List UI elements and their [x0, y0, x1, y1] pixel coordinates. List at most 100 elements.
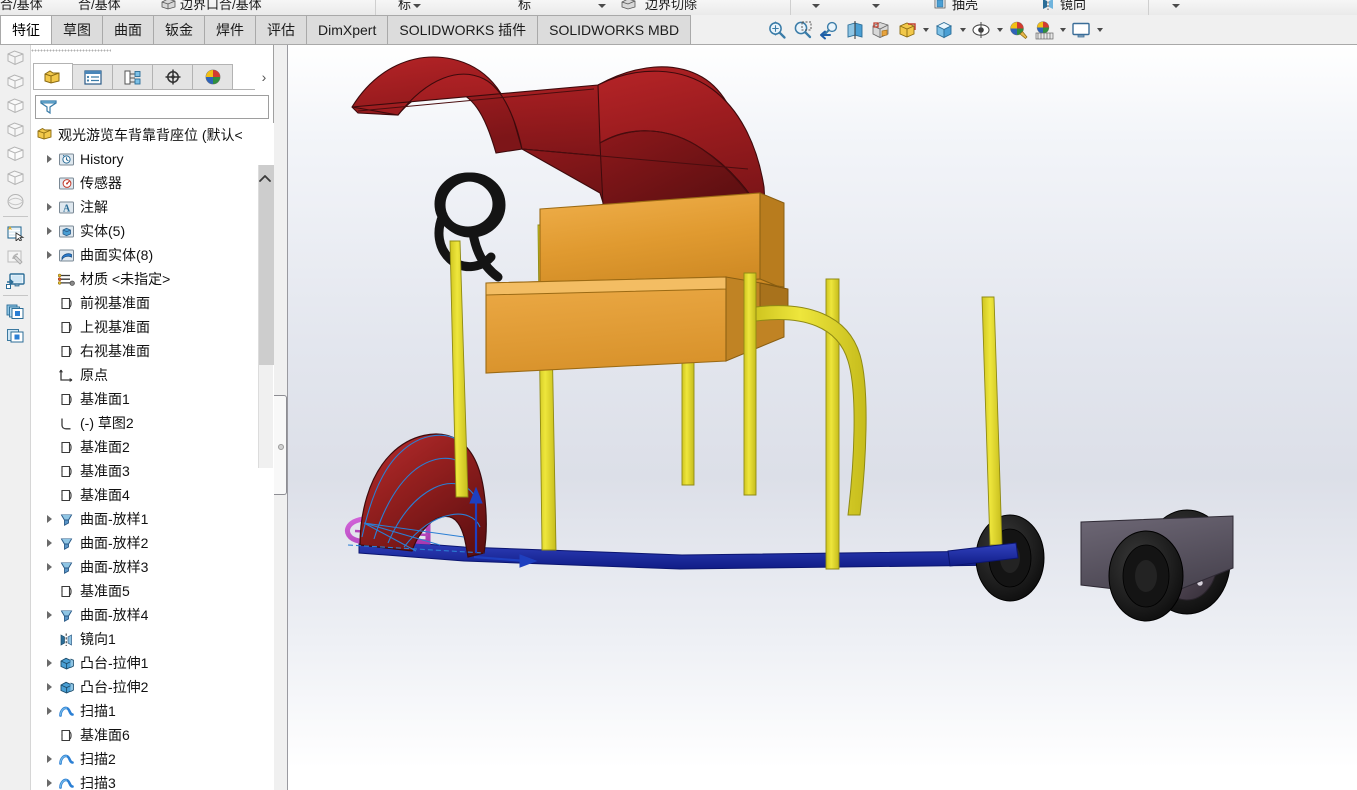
ribbon-label-shell[interactable]: 抽壳	[952, 0, 978, 13]
display-style-icon[interactable]	[895, 18, 919, 42]
feature-tree-item[interactable]: A 注解	[31, 195, 274, 219]
expand-arrow-icon[interactable]	[41, 771, 57, 790]
view-orientation-icon[interactable]	[869, 18, 893, 42]
tab-dimxpert[interactable]: DimXpert	[307, 15, 389, 45]
expand-arrow-icon[interactable]	[41, 699, 57, 723]
view-settings-icon[interactable]	[1069, 18, 1093, 42]
panel-tab-configuration-manager[interactable]	[113, 64, 153, 90]
feature-tree-item[interactable]: 凸台-拉伸2	[31, 675, 274, 699]
chevron-down-icon[interactable]	[812, 4, 820, 8]
hide-show-items-icon[interactable]	[969, 18, 993, 42]
view-cube-icon[interactable]	[932, 18, 956, 42]
expand-arrow-icon[interactable]	[41, 555, 57, 579]
feature-tree-item[interactable]: History	[31, 147, 274, 171]
ribbon-label-mirror[interactable]: 镜向	[1060, 0, 1086, 13]
chevron-down-icon[interactable]	[995, 18, 1004, 42]
scrollbar-thumb[interactable]	[259, 165, 274, 365]
chevron-down-icon[interactable]	[921, 18, 930, 42]
boundary-cut-icon[interactable]	[620, 0, 636, 10]
ribbon-label-loft-base-1[interactable]: 合/基体	[0, 0, 43, 13]
chevron-down-icon[interactable]	[872, 4, 880, 8]
display-style-shaded-edges-icon[interactable]	[0, 45, 31, 69]
expand-arrow-icon[interactable]	[41, 195, 57, 219]
ribbon-label-boundary-boss-base[interactable]: 边界口合/基体	[180, 0, 262, 13]
tab-solidworks-mbd[interactable]: SOLIDWORKS MBD	[538, 15, 692, 45]
feature-tree-item[interactable]: 扫描2	[31, 747, 274, 771]
feature-tree-item[interactable]: 扫描1	[31, 699, 274, 723]
feature-tree-item[interactable]: 扫描3	[31, 771, 274, 790]
display-style-hidden-visible-icon[interactable]	[0, 117, 31, 141]
feature-tree-item[interactable]: 曲面-放样3	[31, 555, 274, 579]
apply-scene-icon[interactable]	[1032, 18, 1056, 42]
shell-icon[interactable]	[932, 0, 948, 10]
feature-tree-item[interactable]: 实体(5)	[31, 219, 274, 243]
chevron-down-icon[interactable]	[598, 4, 606, 8]
tab-sketch[interactable]: 草图	[52, 15, 103, 45]
graphics-viewport[interactable]: Y	[288, 45, 1357, 790]
tab-surfaces[interactable]: 曲面	[103, 15, 154, 45]
feature-tree-item[interactable]: 上视基准面	[31, 315, 274, 339]
tab-features[interactable]: 特征	[0, 15, 52, 45]
new-sketch-icon[interactable]	[0, 220, 31, 244]
section-view-icon[interactable]	[843, 18, 867, 42]
expand-arrow-icon[interactable]	[41, 651, 57, 675]
feature-tree-item[interactable]: 基准面2	[31, 435, 274, 459]
feature-tree-item[interactable]: 材质 <未指定>	[31, 267, 274, 291]
feature-tree-item[interactable]: 曲面-放样4	[31, 603, 274, 627]
feature-tree-scrollbar[interactable]	[258, 165, 274, 468]
display-pane-single-icon[interactable]	[0, 323, 31, 347]
feature-tree-collapse-button[interactable]	[258, 171, 272, 185]
panel-tab-display-manager[interactable]	[193, 64, 233, 90]
tab-evaluate[interactable]: 评估	[256, 15, 307, 45]
feature-tree-item[interactable]: 原点	[31, 363, 274, 387]
chevron-down-icon[interactable]	[1058, 18, 1067, 42]
feature-tree-item[interactable]: 基准面5	[31, 579, 274, 603]
feature-tree-item[interactable]: 基准面6	[31, 723, 274, 747]
sketch-tools-icon[interactable]	[0, 244, 31, 268]
splitter-handle[interactable]	[274, 395, 287, 495]
zoom-to-fit-icon[interactable]	[765, 18, 789, 42]
panel-tab-dimxpert-manager[interactable]	[153, 64, 193, 90]
screen-capture-icon[interactable]	[0, 268, 31, 292]
feature-tree-item[interactable]: 前视基准面	[31, 291, 274, 315]
chevron-down-icon[interactable]	[413, 4, 421, 8]
tab-sheetmetal[interactable]: 钣金	[154, 15, 205, 45]
tab-solidworks-addins[interactable]: SOLIDWORKS 插件	[388, 15, 539, 45]
chevron-down-icon[interactable]	[1172, 4, 1180, 8]
perspective-icon[interactable]	[0, 189, 31, 213]
chevron-down-icon[interactable]	[1095, 18, 1104, 42]
panel-tabs-more-button[interactable]: ›	[254, 64, 274, 90]
tab-weldments[interactable]: 焊件	[205, 15, 256, 45]
expand-arrow-icon[interactable]	[41, 531, 57, 555]
edit-appearance-icon[interactable]	[1006, 18, 1030, 42]
feature-tree-item[interactable]: (-) 草图2	[31, 411, 274, 435]
previous-view-icon[interactable]	[817, 18, 841, 42]
ribbon-label-fillet[interactable]: 标	[398, 0, 411, 13]
ribbon-label-boundary-cut[interactable]: 边界切除	[645, 0, 697, 13]
boundary-boss-base-icon[interactable]	[160, 0, 176, 10]
expand-arrow-icon[interactable]	[41, 507, 57, 531]
expand-arrow-icon[interactable]	[41, 243, 57, 267]
expand-arrow-icon[interactable]	[41, 747, 57, 771]
zoom-to-area-icon[interactable]	[791, 18, 815, 42]
display-style-draft-quality-icon[interactable]	[0, 165, 31, 189]
feature-tree-filter-input[interactable]	[35, 95, 269, 119]
ribbon-label-loft-base-2[interactable]: 合/基体	[78, 0, 121, 13]
feature-tree-item[interactable]: 凸台-拉伸1	[31, 651, 274, 675]
feature-tree-item[interactable]: 曲面-放样2	[31, 531, 274, 555]
expand-arrow-icon[interactable]	[41, 147, 57, 171]
panel-tab-feature-manager[interactable]	[33, 63, 73, 90]
feature-tree-item[interactable]: 基准面3	[31, 459, 274, 483]
mirror-ribbon-icon[interactable]	[1040, 0, 1056, 10]
feature-tree-root[interactable]: 观光游览车背靠背座位 (默认<	[31, 123, 274, 147]
panel-drag-grip[interactable]	[31, 47, 111, 54]
feature-tree-item[interactable]: 曲面-放样1	[31, 507, 274, 531]
feature-tree-item[interactable]: 基准面1	[31, 387, 274, 411]
feature-tree[interactable]: 观光游览车背靠背座位 (默认< History 传感器 A 注解 实体(5) 曲面实体(8…	[31, 123, 274, 790]
feature-tree-item[interactable]: 右视基准面	[31, 339, 274, 363]
ribbon-label-pattern[interactable]: 标	[518, 0, 531, 13]
display-style-hidden-removed-icon[interactable]	[0, 93, 31, 117]
expand-arrow-icon[interactable]	[41, 219, 57, 243]
feature-tree-item[interactable]: 镜向1	[31, 627, 274, 651]
expand-arrow-icon[interactable]	[41, 603, 57, 627]
